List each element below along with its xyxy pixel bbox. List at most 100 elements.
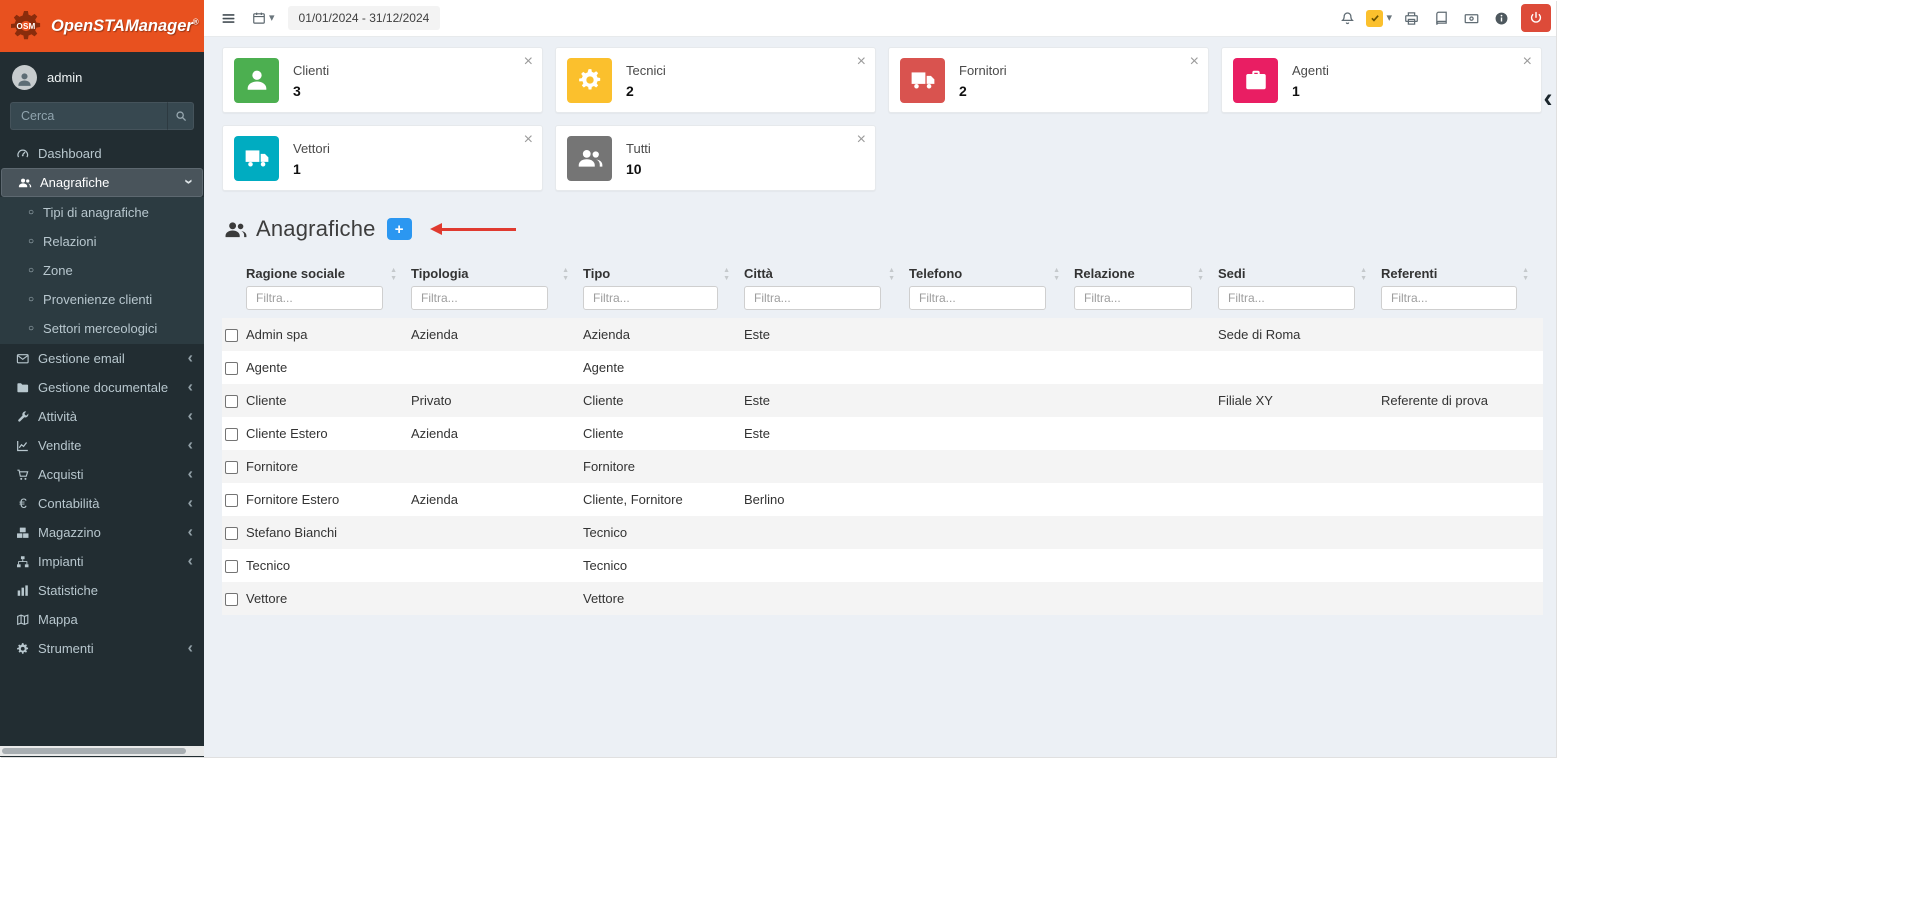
column-header-sedi[interactable]: Sedi▲▼ — [1218, 260, 1381, 284]
table-row[interactable]: TecnicoTecnico — [222, 549, 1543, 582]
sidebar-subitem-tipi-di-anagrafiche[interactable]: ○Tipi di anagrafiche — [0, 198, 204, 227]
stat-card-vettori[interactable]: Vettori1× — [222, 125, 543, 191]
row-checkbox[interactable] — [225, 560, 238, 573]
filter-input-sedi[interactable] — [1218, 286, 1355, 310]
row-checkbox[interactable] — [225, 362, 238, 375]
sidebar-item-gestione-documentale[interactable]: Gestione documentale‹ — [0, 373, 204, 402]
filter-input-ragione-sociale[interactable] — [246, 286, 383, 310]
sidebar-item-anagrafiche[interactable]: Anagrafiche‹ — [1, 168, 203, 197]
filter-input-relazione[interactable] — [1074, 286, 1192, 310]
stat-card-agenti[interactable]: Agenti1× — [1221, 47, 1542, 113]
card-close-button[interactable]: × — [522, 130, 535, 150]
card-close-button[interactable]: × — [855, 52, 868, 72]
table-row[interactable]: Fornitore EsteroAziendaCliente, Fornitor… — [222, 483, 1543, 516]
sidebar-horizontal-scrollbar[interactable] — [0, 746, 204, 756]
sidebar-subitem-provenienze-clienti[interactable]: ○Provenienze clienti — [0, 285, 204, 314]
row-checkbox[interactable] — [225, 593, 238, 606]
info-button[interactable] — [1487, 3, 1515, 33]
table-cell: Azienda — [411, 417, 583, 450]
table-body: Admin spaAziendaAziendaEsteSede di RomaA… — [222, 318, 1543, 615]
sidebar-subitem-settori-merceologici[interactable]: ○Settori merceologici — [0, 314, 204, 343]
filter-input-referenti[interactable] — [1381, 286, 1517, 310]
sidebar-item-attivita[interactable]: Attività‹ — [0, 402, 204, 431]
sidebar-item-strumenti[interactable]: Strumenti‹ — [0, 634, 204, 663]
sidebar-subitem-relazioni[interactable]: ○Relazioni — [0, 227, 204, 256]
collapse-panel-button[interactable]: ‹ — [1540, 85, 1556, 112]
row-checkbox[interactable] — [225, 527, 238, 540]
column-header-tipo[interactable]: Tipo▲▼ — [583, 260, 744, 284]
sidebar-item-statistiche[interactable]: Statistiche — [0, 576, 204, 605]
sidebar-subitem-zone[interactable]: ○Zone — [0, 256, 204, 285]
table-cell: Fornitore — [583, 450, 744, 483]
cash-icon — [1464, 11, 1479, 26]
chevron-left-icon: ‹ — [188, 495, 193, 511]
column-header-relazione[interactable]: Relazione▲▼ — [1074, 260, 1218, 284]
table-cell: Azienda — [583, 318, 744, 351]
date-range[interactable]: 01/01/2024 - 31/12/2024 — [288, 6, 441, 30]
sidebar-item-mappa[interactable]: Mappa — [0, 605, 204, 634]
stat-card-tecnici[interactable]: Tecnici2× — [555, 47, 876, 113]
sidebar-item-dashboard[interactable]: Dashboard — [0, 139, 204, 168]
sidebar-toggle-button[interactable] — [214, 3, 242, 33]
status-dropdown-button[interactable]: ▾ — [1363, 10, 1395, 27]
stat-card-tutti[interactable]: Tutti10× — [555, 125, 876, 191]
filter-input-citta[interactable] — [744, 286, 881, 310]
logout-button[interactable] — [1521, 4, 1551, 32]
card-label: Tutti — [626, 141, 651, 156]
sidebar-item-contabilita[interactable]: €Contabilità‹ — [0, 489, 204, 518]
status-check-badge — [1366, 10, 1383, 27]
stat-card-clienti[interactable]: Clienti3× — [222, 47, 543, 113]
table-row[interactable]: Cliente EsteroAziendaClienteEste — [222, 417, 1543, 450]
sidebar-item-vendite[interactable]: Vendite‹ — [0, 431, 204, 460]
app-logo[interactable]: OSM OpenSTAManager® — [0, 0, 204, 52]
sidebar-item-magazzino[interactable]: Magazzino‹ — [0, 518, 204, 547]
card-value: 3 — [293, 83, 329, 99]
table-cell — [1381, 450, 1543, 483]
card-close-button[interactable]: × — [1521, 52, 1534, 72]
table-row[interactable]: ClientePrivatoClienteEsteFiliale XYRefer… — [222, 384, 1543, 417]
notifications-button[interactable] — [1333, 3, 1361, 33]
scrollbar-thumb[interactable] — [2, 748, 186, 754]
search-button[interactable] — [167, 102, 194, 130]
row-checkbox[interactable] — [225, 428, 238, 441]
sidebar-item-gestione-email[interactable]: Gestione email‹ — [0, 344, 204, 373]
search-input[interactable] — [10, 102, 167, 130]
table-cell — [1218, 516, 1381, 549]
people-icon — [224, 218, 247, 241]
column-label: Relazione — [1074, 266, 1135, 281]
stat-card-fornitori[interactable]: Fornitori2× — [888, 47, 1209, 113]
table-cell — [909, 384, 1074, 417]
filter-input-tipologia[interactable] — [411, 286, 548, 310]
row-checkbox[interactable] — [225, 329, 238, 342]
table-row[interactable]: Admin spaAziendaAziendaEsteSede di Roma — [222, 318, 1543, 351]
table-row[interactable]: AgenteAgente — [222, 351, 1543, 384]
filter-input-tipo[interactable] — [583, 286, 718, 310]
card-close-button[interactable]: × — [1188, 52, 1201, 72]
card-close-button[interactable]: × — [855, 130, 868, 150]
manual-button[interactable] — [1427, 3, 1455, 33]
column-header-tipologia[interactable]: Tipologia▲▼ — [411, 260, 583, 284]
checkbox-cell — [222, 318, 246, 351]
filter-cell — [1381, 284, 1543, 318]
column-header-telefono[interactable]: Telefono▲▼ — [909, 260, 1074, 284]
filter-spacer — [222, 284, 246, 318]
add-record-button[interactable]: + — [387, 218, 412, 240]
print-button[interactable] — [1397, 3, 1425, 33]
column-header-ragione-sociale[interactable]: Ragione sociale▲▼ — [246, 260, 411, 284]
row-checkbox[interactable] — [225, 461, 238, 474]
row-checkbox[interactable] — [225, 395, 238, 408]
table-row[interactable]: VettoreVettore — [222, 582, 1543, 615]
sidebar-item-label: Mappa — [38, 612, 78, 627]
sidebar-item-impianti[interactable]: Impianti‹ — [0, 547, 204, 576]
sidebar-item-acquisti[interactable]: Acquisti‹ — [0, 460, 204, 489]
column-header-citta[interactable]: Città▲▼ — [744, 260, 909, 284]
table-row[interactable]: Stefano BianchiTecnico — [222, 516, 1543, 549]
sidebar-subitem-label: Zone — [43, 263, 73, 278]
calendar-dropdown-button[interactable]: ▾ — [248, 9, 279, 27]
card-close-button[interactable]: × — [522, 52, 535, 72]
row-checkbox[interactable] — [225, 494, 238, 507]
table-row[interactable]: FornitoreFornitore — [222, 450, 1543, 483]
cash-button[interactable] — [1457, 3, 1485, 33]
column-header-referenti[interactable]: Referenti▲▼ — [1381, 260, 1543, 284]
filter-input-telefono[interactable] — [909, 286, 1046, 310]
